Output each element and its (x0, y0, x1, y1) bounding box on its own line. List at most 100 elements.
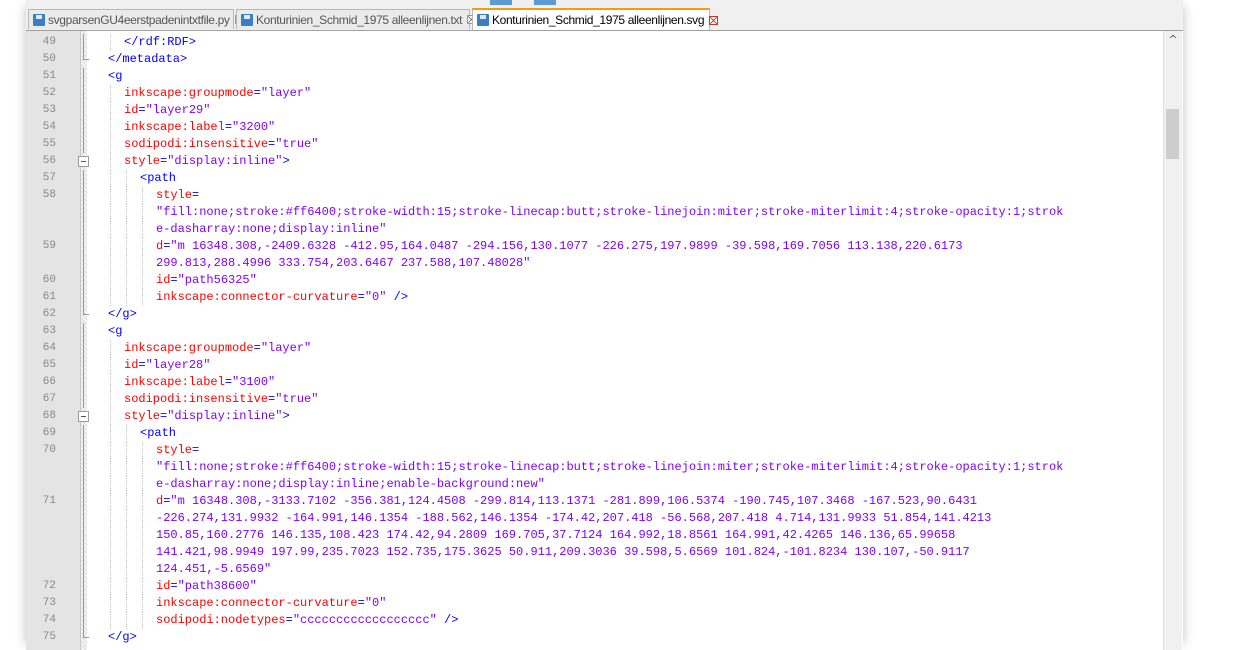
fold-line-marker (83, 357, 84, 374)
code-line[interactable]: 49 </rdf:RDF> (43, 34, 1163, 51)
xml-value-token: e-dasharray:none;display:inline;enable-b… (156, 477, 545, 491)
code-line[interactable]: 60 id="path56325" (43, 272, 1163, 289)
line-number: 52 (42, 87, 56, 99)
code-text: </g> (108, 306, 137, 323)
code-line-wrap[interactable]: -226.274,131.9932 -164.991,146.1354 -188… (83, 510, 1163, 527)
fold-toggle-icon[interactable] (78, 156, 89, 167)
xml-tag-token: = (170, 273, 178, 287)
tab-svgparsen-py[interactable]: svgparsenGU4eerstpadenintxtfile.py (28, 9, 244, 29)
indent-guide (110, 408, 112, 425)
code-line[interactable]: 71 d="m 16348.308,-3133.7102 -356.381,124… (43, 493, 1163, 510)
code-line-wrap[interactable]: 124.451,-5.6569" (83, 561, 1163, 578)
indent-guide (110, 289, 112, 306)
code-line[interactable]: 64 inkscape:groupmode="layer" (43, 340, 1163, 357)
fold-line-marker (83, 221, 84, 238)
code-line[interactable]: 74 sodipodi:nodetypes="cccccccccccccccccc… (43, 612, 1163, 629)
indent-guide (126, 255, 128, 272)
xml-value-token: 124.451,-5.6569" (156, 562, 272, 576)
line-number: 68 (42, 410, 56, 422)
code-line[interactable]: 67 sodipodi:insensitive="true" (43, 391, 1163, 408)
line-number: 53 (42, 104, 56, 116)
code-line-wrap[interactable]: 299.813,288.4996 333.754,203.6467 237.58… (83, 255, 1163, 272)
indent-guide (126, 238, 128, 255)
indent-guide (110, 561, 112, 578)
code-line[interactable]: 54 inkscape:label="3200" (43, 119, 1163, 136)
fold-line-marker (83, 510, 84, 527)
fold-line-marker (83, 272, 84, 289)
code-line[interactable]: 58 style= (43, 187, 1163, 204)
code-line[interactable]: 68 style="display:inline"> (43, 408, 1163, 425)
toolbar-button[interactable] (490, 0, 512, 5)
code-text: e-dasharray:none;display:inline" (156, 221, 386, 238)
text-area[interactable]: 49 </rdf:RDF> 50 </metadata> 51 <g 52 inkscape:… (43, 31, 1163, 650)
code-line[interactable]: 75 </g> (43, 629, 1163, 646)
code-text: id="path38600" (156, 578, 257, 595)
line-number: 63 (42, 325, 56, 337)
code-line[interactable]: 65 id="layer28" (43, 357, 1163, 374)
code-line[interactable]: 72 id="path38600" (43, 578, 1163, 595)
code-line[interactable]: 52 inkscape:groupmode="layer" (43, 85, 1163, 102)
indent-guide (110, 612, 112, 629)
indent-guide (126, 187, 128, 204)
indent-guide (110, 85, 112, 102)
code-line[interactable]: 51 <g (43, 68, 1163, 85)
code-line-wrap[interactable]: 150.85,160.2776 146.135,108.423 174.42,9… (83, 527, 1163, 544)
indent-guide (126, 493, 128, 510)
tab-konturinien-txt[interactable]: Konturinien_Schmid_1975 alleenlijnen.txt (236, 9, 477, 29)
code-text: d="m 16348.308,-3133.7102 -356.381,124.4… (156, 493, 977, 510)
fold-toggle-icon[interactable] (78, 411, 89, 422)
fold-line-marker (83, 170, 84, 187)
code-line[interactable]: 50 </metadata> (43, 51, 1163, 68)
tab-bar: svgparsenGU4eerstpadenintxtfile.py Kontu… (26, 8, 1183, 31)
indent-guide (142, 476, 144, 493)
code-line[interactable]: 57 <path (43, 170, 1163, 187)
code-line[interactable]: 66 inkscape:label="3100" (43, 374, 1163, 391)
code-line[interactable]: 69 <path (43, 425, 1163, 442)
tab-konturinien-svg[interactable]: Konturinien_Schmid_1975 alleenlijnen.svg (472, 8, 719, 30)
indent-guide (126, 510, 128, 527)
code-line[interactable]: 63 <g (43, 323, 1163, 340)
fold-line-marker (83, 595, 84, 612)
code-line[interactable]: 59 d="m 16348.308,-2409.6328 -412.95,164.… (43, 238, 1163, 255)
code-editor[interactable]: 49 </rdf:RDF> 50 </metadata> 51 <g 52 inkscape:… (26, 31, 1183, 650)
scrollbar-thumb[interactable] (1166, 108, 1179, 159)
code-line-wrap[interactable]: "fill:none;stroke:#ff6400;stroke-width:1… (83, 204, 1163, 221)
xml-attribute-token: style (156, 443, 193, 457)
line-number: 66 (42, 376, 56, 388)
code-line-wrap[interactable]: e-dasharray:none;display:inline" (83, 221, 1163, 238)
indent-guide (110, 153, 112, 170)
line-number: 61 (42, 291, 56, 303)
save-icon (33, 13, 45, 26)
xml-value-token: "3200" (232, 120, 276, 134)
vertical-scrollbar[interactable]: ^ (1163, 31, 1182, 650)
indent-guide (110, 255, 112, 272)
code-line-wrap[interactable]: "fill:none;stroke:#ff6400;stroke-width:1… (83, 459, 1163, 476)
xml-value-token: "layer29" (145, 103, 211, 117)
line-number: 75 (42, 631, 56, 643)
indent-guide (110, 340, 112, 357)
code-line[interactable]: 70 style= (43, 442, 1163, 459)
indent-guide (126, 204, 128, 221)
scroll-up-arrow-icon[interactable]: ^ (1164, 31, 1182, 48)
toolbar-button[interactable] (534, 0, 556, 5)
code-line-wrap[interactable]: 141.421,98.9949 197.99,235.7023 152.735,… (83, 544, 1163, 561)
indent-guide (110, 476, 112, 493)
fold-margin[interactable] (81, 31, 87, 650)
code-line[interactable]: 73 inkscape:connector-curvature="0" (43, 595, 1163, 612)
code-line[interactable]: 61 inkscape:connector-curvature="0" /> (43, 289, 1163, 306)
fold-line-marker (83, 102, 84, 119)
code-text: <g (108, 68, 122, 85)
code-line-wrap[interactable]: e-dasharray:none;display:inline;enable-b… (83, 476, 1163, 493)
code-text: 150.85,160.2776 146.135,108.423 174.42,9… (156, 527, 955, 544)
code-line[interactable]: 56 style="display:inline"> (43, 153, 1163, 170)
code-line[interactable]: 62 </g> (43, 306, 1163, 323)
fold-line-marker (83, 629, 84, 638)
code-text: sodipodi:insensitive="true" (124, 136, 318, 153)
code-line[interactable]: 53 id="layer29" (43, 102, 1163, 119)
indent-guide (110, 527, 112, 544)
indent-guide (110, 374, 112, 391)
code-line[interactable]: 55 sodipodi:insensitive="true" (43, 136, 1163, 153)
xml-attribute-token: inkscape:groupmode (124, 86, 254, 100)
xml-tag-token: = (224, 120, 233, 134)
close-icon[interactable] (709, 15, 719, 25)
